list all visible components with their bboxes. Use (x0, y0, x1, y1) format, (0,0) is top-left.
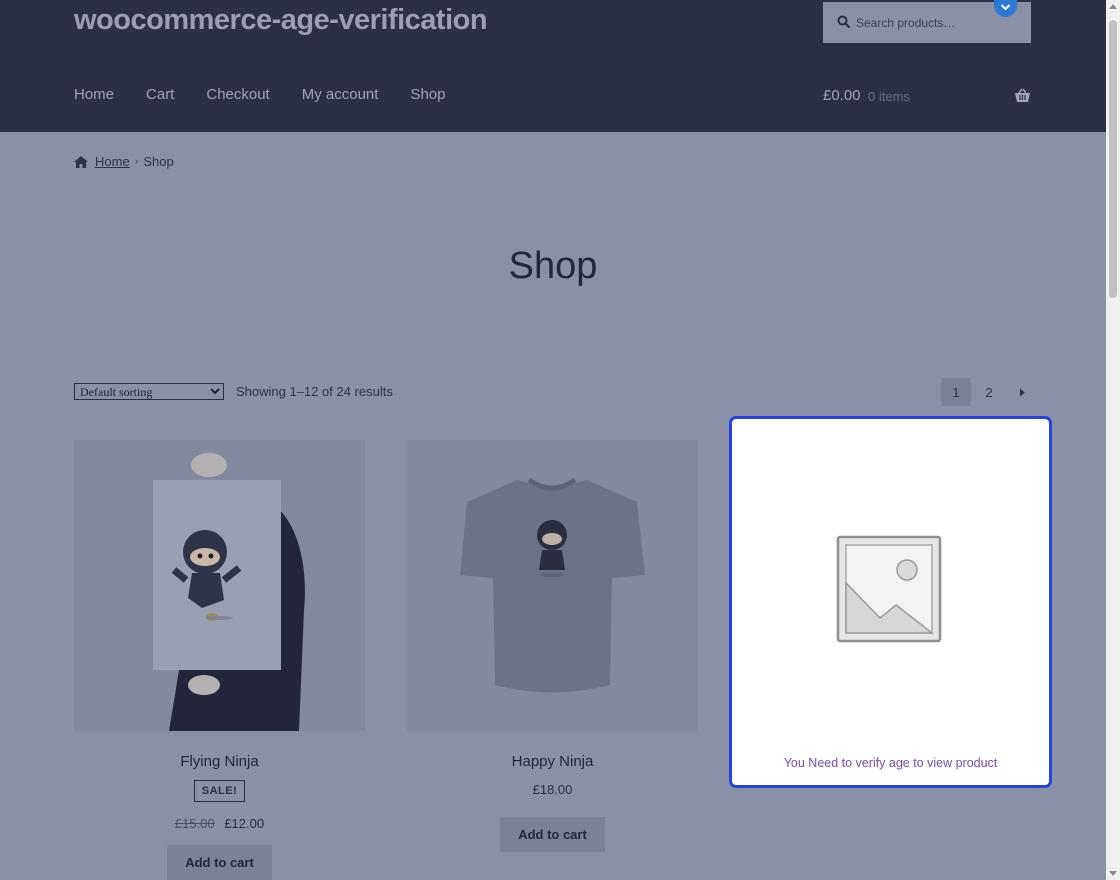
image-placeholder-icon (836, 535, 942, 643)
result-count: Showing 1–12 of 24 results (236, 384, 393, 399)
search-icon (837, 15, 851, 29)
breadcrumb: Home › Shop (74, 154, 174, 169)
scroll-thumb[interactable] (1109, 20, 1117, 298)
next-page-icon[interactable] (1007, 378, 1037, 406)
cart-total[interactable]: £0.00 (823, 87, 861, 104)
verify-age-message[interactable]: You Need to verify age to view product (732, 756, 1049, 770)
product-card: Happy Ninja £18.00 Add to cart (407, 440, 698, 852)
nav-cart[interactable]: Cart (146, 86, 174, 103)
breadcrumb-home-link[interactable]: Home (95, 154, 130, 169)
page-2[interactable]: 2 (974, 378, 1004, 406)
product-card: Flying Ninja SALE! £15.00 £12.00 Add to … (74, 440, 365, 880)
scroll-down-icon[interactable] (1109, 871, 1117, 876)
product-price: £15.00 £12.00 (74, 816, 365, 831)
page-title: Shop (508, 245, 598, 287)
basket-icon[interactable] (1014, 88, 1031, 103)
sort-select[interactable]: Default sorting (74, 383, 224, 400)
nav-shop[interactable]: Shop (410, 86, 445, 103)
sale-price: £12.00 (224, 816, 265, 831)
primary-nav: Home Cart Checkout My account Shop (74, 86, 477, 103)
add-to-cart-button[interactable]: Add to cart (167, 845, 272, 880)
sale-badge: SALE! (193, 780, 246, 802)
site-header: woocommerce-age-verification Home Cart C… (0, 0, 1106, 132)
cart-count[interactable]: 0 items (868, 89, 910, 104)
site-title[interactable]: woocommerce-age-verification (74, 4, 488, 37)
breadcrumb-current: Shop (143, 154, 174, 169)
old-price: £15.00 (174, 816, 215, 831)
pagination: 1 2 (941, 378, 1040, 406)
page-1[interactable]: 1 (941, 378, 971, 406)
product-name[interactable]: Flying Ninja (74, 753, 365, 770)
product-image[interactable] (74, 440, 365, 731)
add-to-cart-button[interactable]: Add to cart (500, 817, 605, 852)
product-image[interactable] (407, 440, 698, 731)
product-price: £18.00 (532, 782, 573, 797)
product-name[interactable]: Happy Ninja (407, 753, 698, 770)
nav-my-account[interactable]: My account (302, 86, 379, 103)
scroll-up-icon[interactable] (1109, 4, 1117, 9)
breadcrumb-separator: › (134, 155, 139, 168)
nav-home[interactable]: Home (74, 86, 114, 103)
nav-checkout[interactable]: Checkout (206, 86, 269, 103)
age-verification-card[interactable]: You Need to verify age to view product (729, 416, 1052, 788)
scrollbar[interactable] (1106, 0, 1120, 880)
home-icon (74, 155, 88, 168)
